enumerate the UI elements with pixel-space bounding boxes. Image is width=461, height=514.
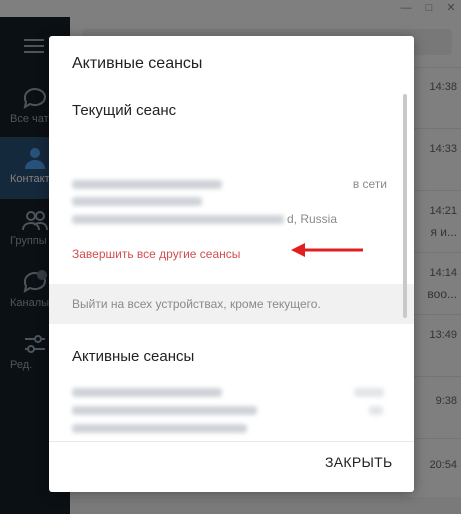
device-name-redacted: [72, 180, 222, 189]
hint-text: Выйти на всех устройствах, кроме текущег…: [72, 297, 321, 311]
app-version-redacted: [72, 197, 202, 206]
sessions-scroll-area[interactable]: Текущий сеанс в сети d, Russia Завершить…: [49, 96, 414, 441]
dialog-scrollbar[interactable]: [403, 94, 407, 318]
session-extra-redacted: [369, 406, 383, 415]
session-info-redacted: [72, 406, 257, 415]
terminate-other-sessions-link[interactable]: Завершить все другие сеансы: [72, 247, 240, 261]
dialog-title: Активные сеансы: [72, 55, 203, 72]
session-location: d, Russia: [287, 212, 338, 226]
hint-box: Выйти на всех устройствах, кроме текущег…: [49, 284, 414, 324]
red-arrow-icon: [291, 243, 363, 257]
session-ip-redacted: [72, 424, 247, 433]
close-button[interactable]: ЗАКРЫТЬ: [325, 454, 393, 470]
session-time-redacted: [354, 388, 384, 397]
current-session-heading: Текущий сеанс: [72, 102, 177, 119]
dialog-divider: [49, 441, 414, 442]
session-name-redacted: [72, 388, 222, 397]
active-sessions-heading: Активные сеансы: [72, 348, 195, 365]
session-status: в сети: [352, 177, 387, 191]
ip-address-redacted: [72, 215, 284, 224]
active-sessions-dialog: Активные сеансы Текущий сеанс в сети d, …: [49, 36, 414, 492]
